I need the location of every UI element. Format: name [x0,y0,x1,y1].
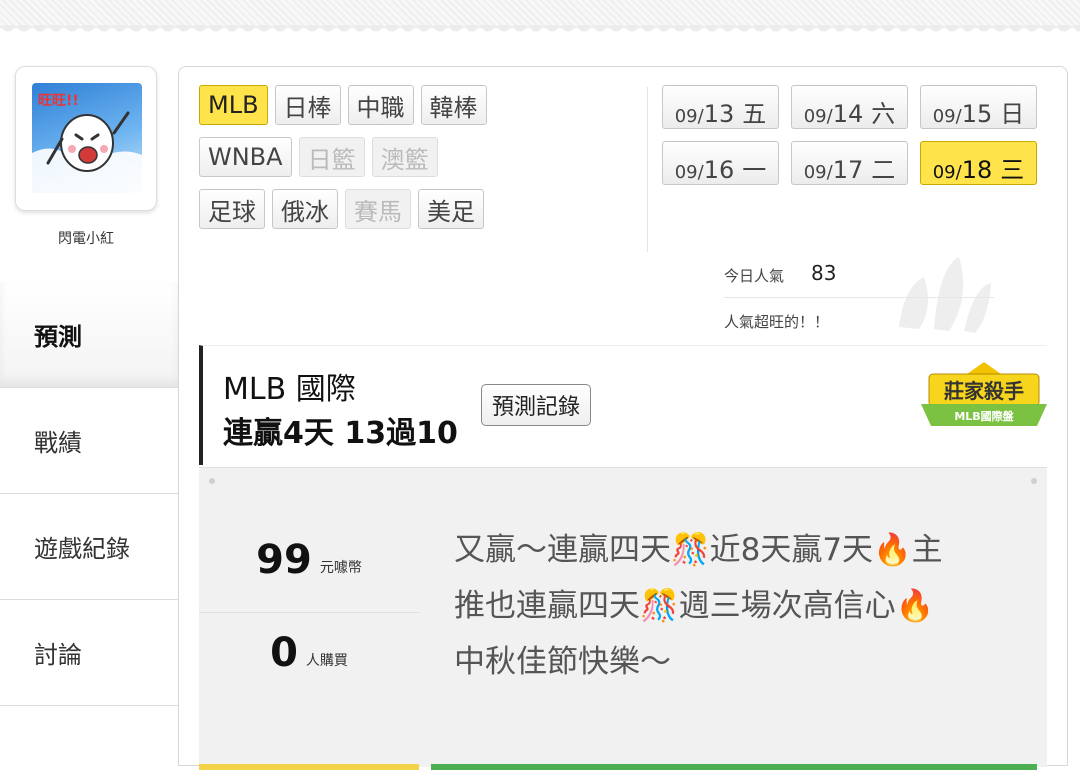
sidebar-item-predict[interactable]: 預測 [0,282,178,388]
sport-tab-soccer[interactable]: 足球 [199,189,265,229]
sport-filter: MLB 日棒 中職 韓棒 WNBA 日籃 澳籃 足球 俄冰 賽馬 美足 [199,85,639,241]
popularity-note: 人氣超旺的！！ [724,313,830,331]
sport-tab-cpbl[interactable]: 中職 [347,85,414,125]
date-weekday: 二 [871,156,896,184]
league-title: MLB 國際 [223,372,356,407]
sport-tab-horse-racing: 賽馬 [345,189,411,229]
date-day: 14 [832,100,864,128]
badge-title: 莊家殺手 [944,379,1024,403]
action-button-edge[interactable] [431,764,1037,770]
date-month: 09/ [674,162,704,183]
date-month: 09/ [803,162,833,183]
sport-tab-npb[interactable]: 日棒 [274,85,341,125]
buyers-unit: 人購買 [305,652,348,669]
pin-icon [1031,478,1037,484]
main-panel: MLB 日棒 中職 韓棒 WNBA 日籃 澳籃 足球 俄冰 賽馬 美足 09/1… [178,66,1068,770]
prediction-message: 又贏～連贏四天🎊近8天贏7天🔥主 推也連贏四天🎊週三場次高信心🔥 中秋佳節快樂～ [454,522,1014,690]
purchase-info: 99 元噱幣 0 人購買 [199,508,419,692]
date-month: 09/ [674,106,704,127]
streak-text: 連贏4天 13過10 [223,416,458,451]
date-day: 17 [832,156,864,184]
price-row: 99 元噱幣 [199,508,419,612]
date-weekday: 一 [742,156,767,184]
sidebar-item-label: 遊戲紀錄 [34,535,130,563]
sport-tab-wnba[interactable]: WNBA [199,137,292,177]
avatar-shout-text: 旺旺!! [38,93,79,109]
popularity-label: 今日人氣 [724,267,785,285]
sidebar-item-label: 預測 [34,323,82,351]
divider [724,297,994,298]
sport-tab-ice-hockey[interactable]: 俄冰 [272,189,338,229]
message-line: 又贏～連贏四天🎊近8天贏7天🔥主 [454,532,943,568]
date-month: 09/ [932,162,962,183]
badge-subtitle: MLB國際盤 [954,409,1014,423]
price-unit: 元噱幣 [319,560,362,576]
date-button[interactable]: 09/15 日 [920,85,1037,129]
sport-tab-au-basketball: 澳籃 [371,137,438,177]
buy-button-edge[interactable] [199,764,419,770]
date-button[interactable]: 09/13 五 [662,85,779,129]
prediction-record-button[interactable]: 預測記錄 [481,384,592,426]
date-button[interactable]: 09/14 六 [791,85,908,129]
user-name[interactable]: 閃電小紅 [15,228,157,248]
date-selector: 09/13 五 09/14 六 09/15 日 09/16 一 09/17 二 09/18… [662,85,1042,185]
date-month: 09/ [932,106,962,127]
pin-icon [209,478,215,484]
date-button[interactable]: 09/17 二 [791,141,908,185]
prediction-header: MLB 國際 連贏4天 13過10 預測記錄 莊家殺手 MLB國際盤 [199,345,1047,465]
sport-tab-nfl[interactable]: 美足 [418,189,484,229]
date-weekday: 六 [871,100,896,128]
popularity-count: 83 [811,261,837,285]
sidebar-item-label: 戰績 [34,429,82,457]
prediction-content: 99 元噱幣 0 人購買 又贏～連贏四天🎊近8天贏7天🔥主 推也連贏四天🎊週三場… [199,467,1047,770]
buyers-row: 0 人購買 [199,612,419,692]
date-day: 15 [961,100,993,128]
sport-row: WNBA 日籃 澳籃 [199,137,639,177]
date-day: 13 [703,100,735,128]
sidebar-item-record[interactable]: 戰績 [0,388,178,494]
sport-tab-jp-basketball: 日籃 [298,137,365,177]
date-weekday: 日 [1000,100,1025,128]
date-button[interactable]: 09/16 一 [662,141,779,185]
top-decoration-strip [0,0,1080,35]
mascot-watermark-icon [899,257,991,333]
divider [647,87,648,252]
sidebar-item-discussion[interactable]: 討論 [0,600,178,706]
price-value: 99 [256,537,312,583]
date-weekday: 五 [742,100,767,128]
sport-row: MLB 日棒 中職 韓棒 [199,85,639,125]
sport-row: 足球 俄冰 賽馬 美足 [199,189,639,229]
avatar-card[interactable]: 旺旺!! [15,66,157,211]
sport-tab-mlb[interactable]: MLB [199,85,268,125]
sport-tab-kbo[interactable]: 韓棒 [420,85,487,125]
date-weekday: 三 [1000,156,1025,184]
sidebar-item-label: 討論 [34,641,82,669]
date-day: 18 [961,156,993,184]
message-line: 中秋佳節快樂～ [454,644,671,680]
avatar: 旺旺!! [32,83,142,193]
date-month: 09/ [803,106,833,127]
buyers-count: 0 [270,629,298,676]
message-line: 推也連贏四天🎊週三場次高信心🔥 [454,588,935,624]
date-button-selected[interactable]: 09/18 三 [920,141,1037,185]
sidebar-item-game-history[interactable]: 遊戲紀錄 [0,494,178,600]
sidebar-nav: 預測 戰績 遊戲紀錄 討論 [0,282,178,706]
date-day: 16 [703,156,735,184]
bookmaker-killer-badge-icon: 莊家殺手 MLB國際盤 [921,362,1047,426]
avatar-character-icon: 旺旺!! [32,93,142,193]
